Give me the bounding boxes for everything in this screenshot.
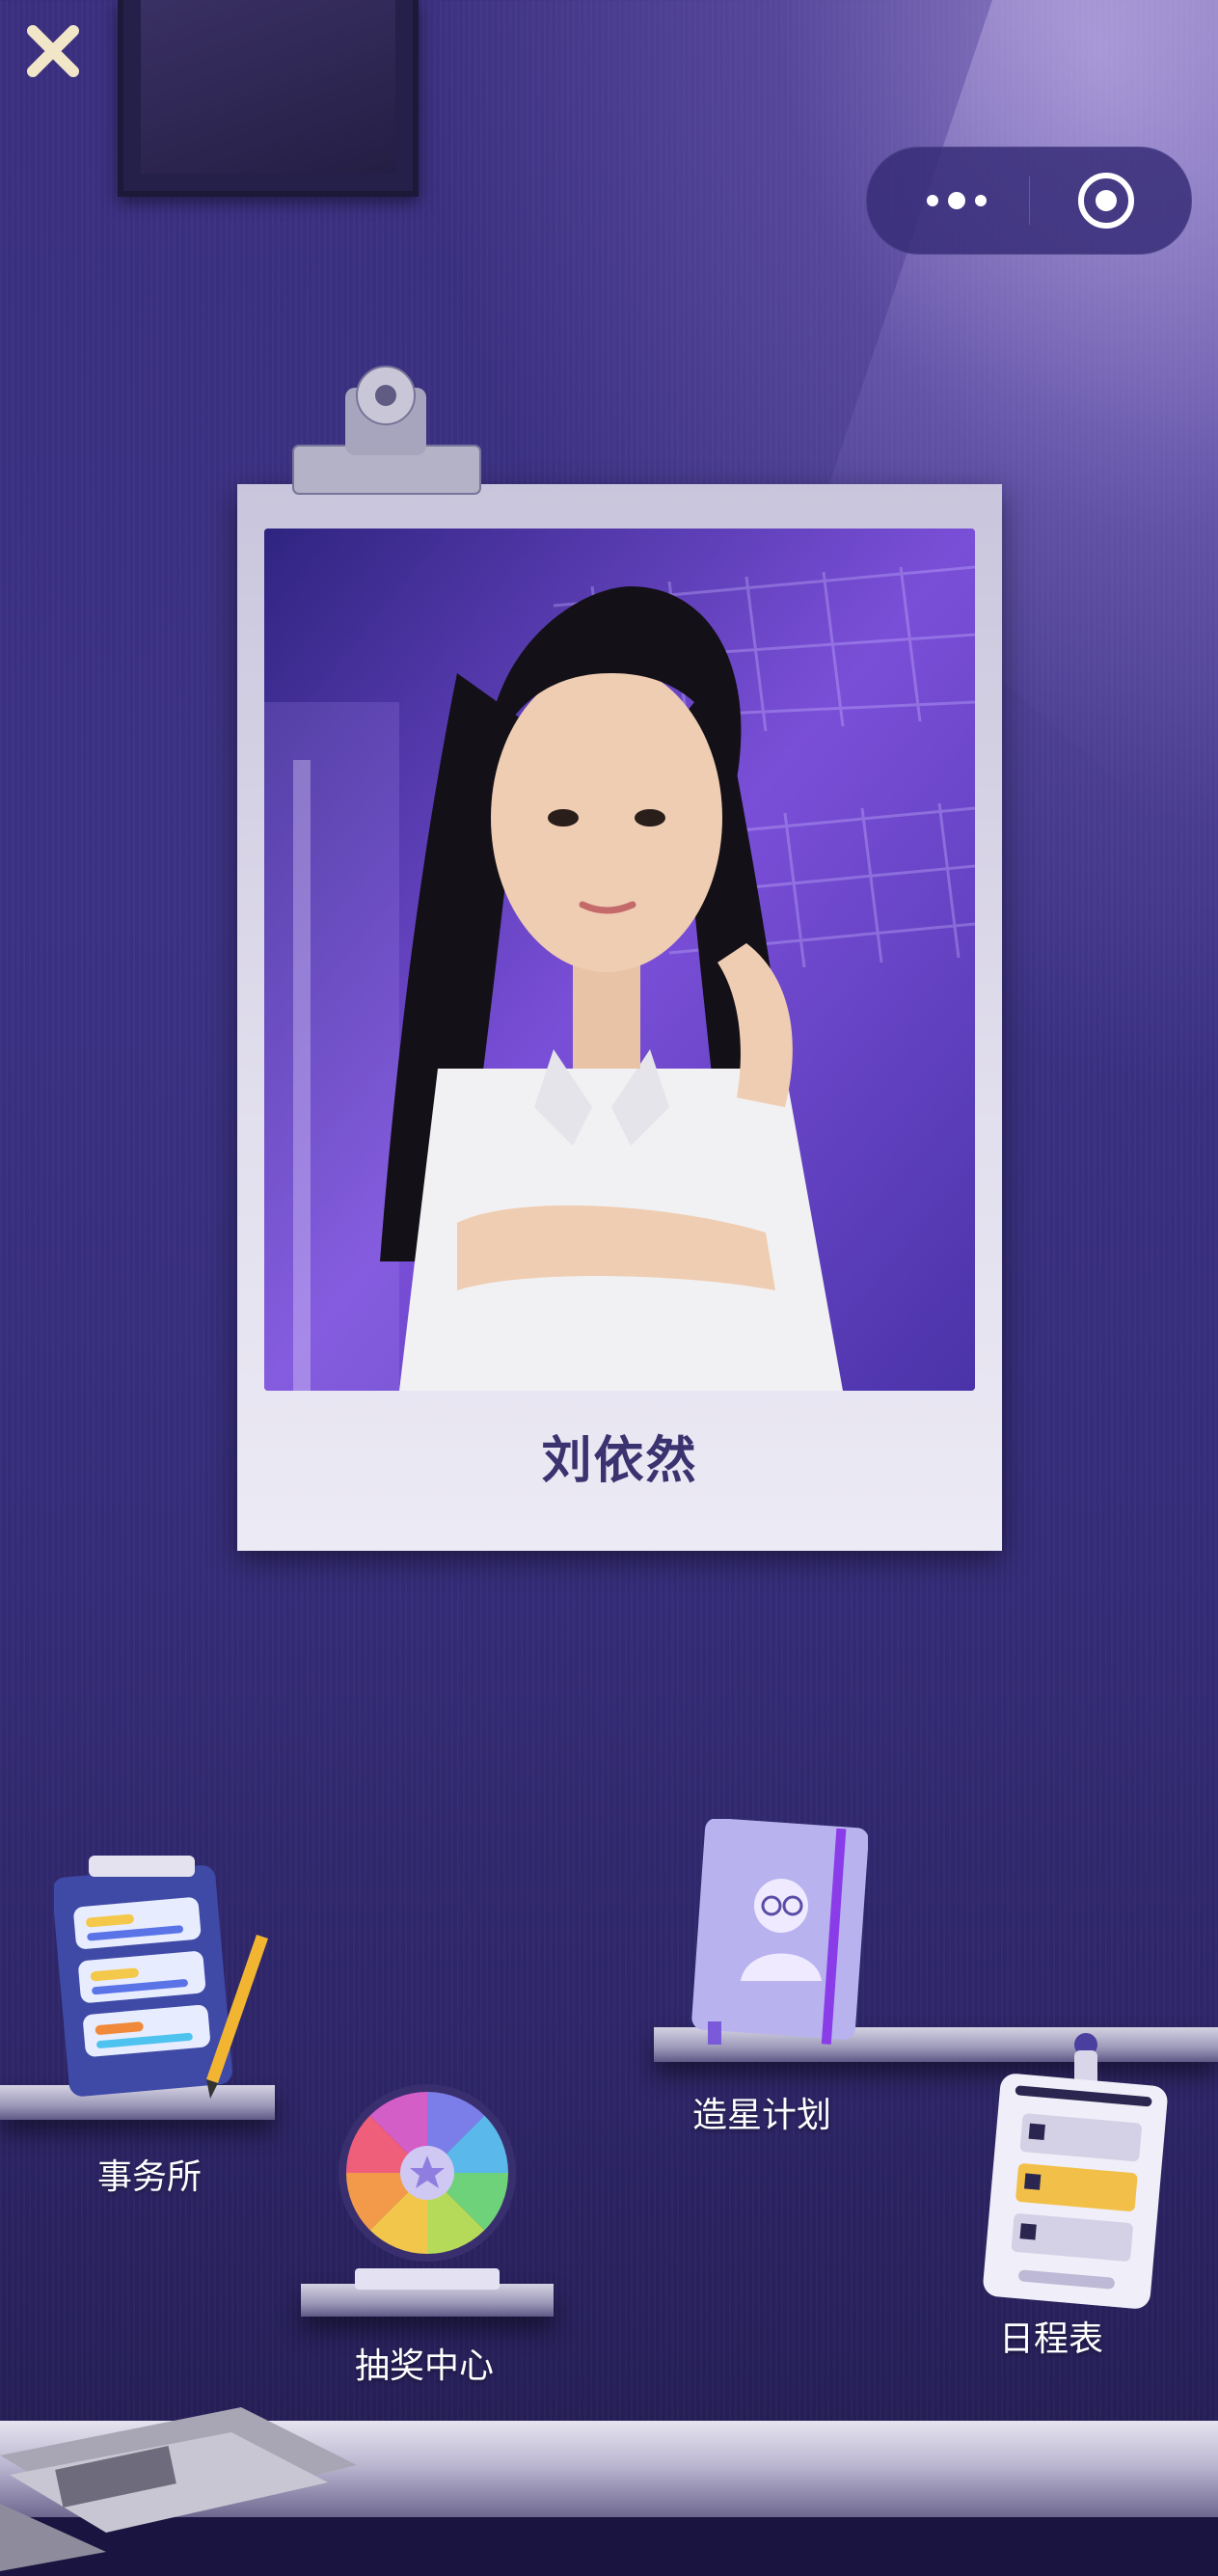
capsule-divider (1029, 176, 1030, 225)
lottery-label[interactable]: 抽奖中心 (289, 2338, 559, 2388)
binder-clip (292, 366, 481, 495)
schedule-label[interactable]: 日程表 (945, 2311, 1157, 2361)
more-dots-icon[interactable] (909, 172, 1004, 230)
schedule-card-icon[interactable] (982, 2031, 1169, 2311)
close-icon[interactable] (21, 19, 85, 83)
clipboard-icon[interactable] (52, 1850, 278, 2101)
character-card[interactable]: 刘依然 (237, 484, 1002, 1551)
star-plan-label[interactable]: 造星计划 (636, 2087, 887, 2137)
agency-label[interactable]: 事务所 (29, 2149, 270, 2199)
wall-poster-frame (118, 0, 419, 197)
mini-program-capsule (866, 147, 1192, 255)
prize-wheel-icon[interactable] (334, 2079, 521, 2293)
target-circle-icon[interactable] (1075, 170, 1137, 231)
newspaper-stack-icon (0, 2407, 357, 2571)
character-name: 刘依然 (541, 1432, 698, 1490)
notebook-icon[interactable] (685, 1818, 869, 2047)
character-portrait (264, 529, 975, 1391)
